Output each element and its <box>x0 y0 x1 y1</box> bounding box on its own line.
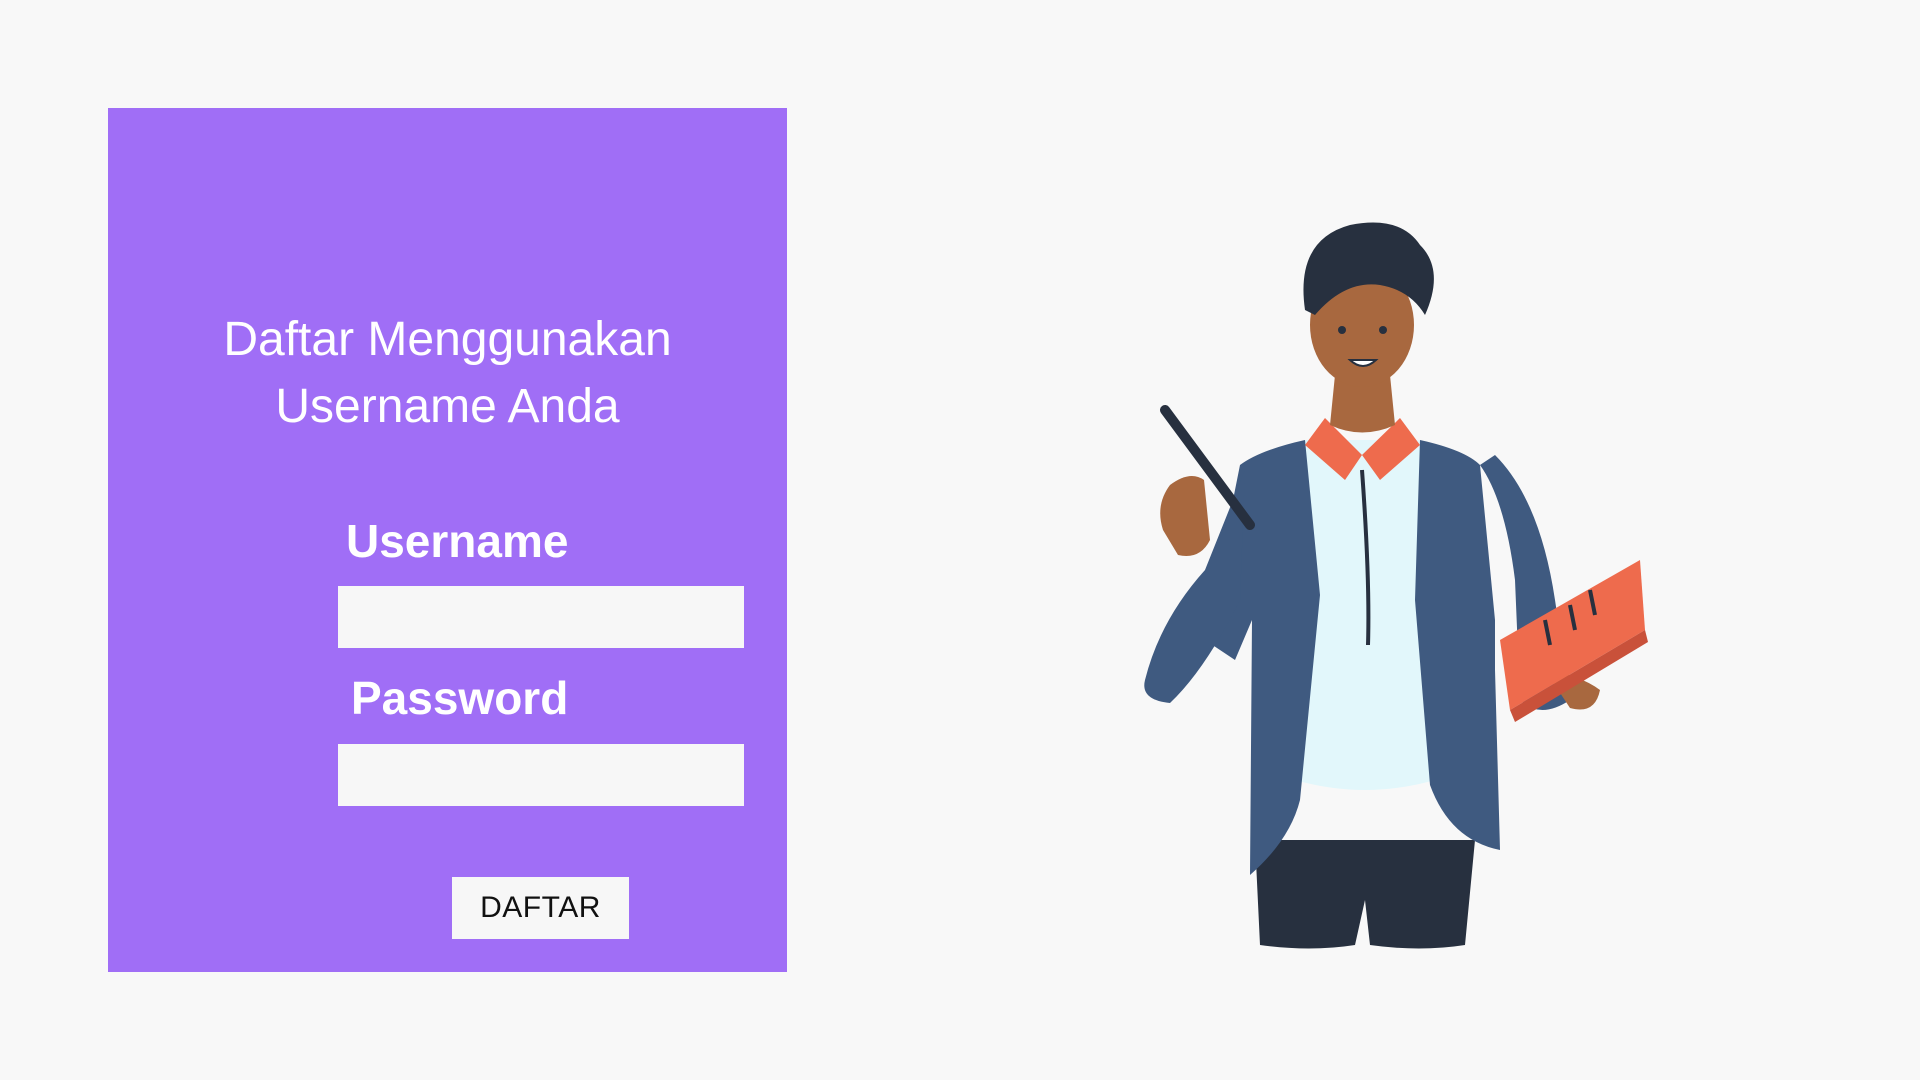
username-label: Username <box>346 515 569 567</box>
person-holding-pen-and-book-icon <box>1144 222 1648 949</box>
daftar-button[interactable]: DAFTAR <box>452 877 629 939</box>
form-title-line-2: Username Anda <box>275 380 620 433</box>
register-card: Daftar Menggunakan Username Anda Usernam… <box>108 108 787 972</box>
password-label: Password <box>351 672 569 724</box>
page: Daftar Menggunakan Username Anda Usernam… <box>0 0 1920 1080</box>
username-input[interactable] <box>338 586 744 648</box>
form-title-line-1: Daftar Menggunakan <box>223 313 672 366</box>
password-input[interactable] <box>338 744 744 806</box>
form-title: Daftar Menggunakan Username Anda <box>108 306 787 440</box>
